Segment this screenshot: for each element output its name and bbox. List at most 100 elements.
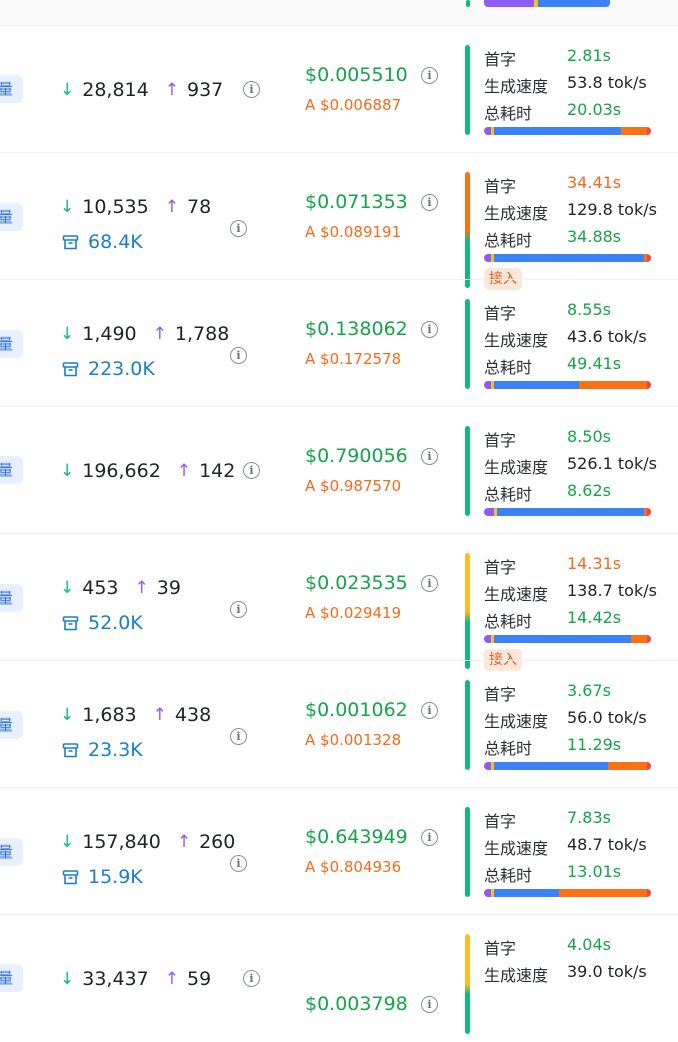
arrow-up-icon: ↑ [134, 577, 149, 598]
cache-tokens: 223.0K [62, 358, 155, 380]
gen-speed-label: 生成速度 [484, 712, 549, 731]
token-info-icon[interactable]: i [230, 728, 247, 745]
total-time-value: 11.29s [567, 735, 622, 754]
token-info-icon[interactable]: i [230, 347, 247, 364]
cache-icon [62, 869, 79, 884]
token-counts: ↓ 196,662 ↑ 142 [60, 460, 235, 482]
price-info-icon[interactable]: i [421, 829, 438, 846]
first-token-value: 8.55s [567, 300, 611, 319]
total-time-label: 总耗时 [484, 231, 533, 250]
timing-breakdown-bar [484, 889, 651, 897]
segment-generate [493, 889, 560, 897]
segment-end [647, 381, 651, 389]
first-token-label: 首字 [484, 304, 517, 323]
arrow-up-icon: ↑ [152, 323, 167, 344]
output-tokens: 78 [186, 196, 212, 218]
price-info-icon[interactable]: i [421, 67, 438, 84]
first-token-value: 7.83s [567, 808, 611, 827]
group-tag[interactable]: 量 [0, 964, 23, 992]
price-info-icon[interactable]: i [421, 321, 438, 338]
first-token-label: 首字 [484, 50, 517, 69]
first-token-value: 34.41s [567, 173, 622, 192]
timing-breakdown-bar [484, 508, 651, 516]
first-token-value: 2.81s [567, 46, 611, 65]
group-tag[interactable]: 量 [0, 330, 23, 358]
a-price: A $0.006887 [305, 96, 402, 114]
arrow-down-icon: ↓ [60, 831, 75, 852]
arrow-up-icon: ↑ [164, 968, 179, 989]
token-info-icon[interactable]: i [243, 81, 260, 98]
price: $0.001062 [305, 699, 408, 721]
price-info-icon[interactable]: i [421, 575, 438, 592]
gen-speed-value: 56.0 tok/s [567, 708, 647, 727]
first-token-value: 4.04s [567, 935, 611, 954]
log-row: 量 ↓ 33,437 ↑ 59 i $0.003798 i 首字 4.04s 生成速度 39.0 to… [0, 914, 678, 1042]
output-tokens: 39 [156, 577, 181, 599]
gen-speed-value: 43.6 tok/s [567, 327, 647, 346]
output-tokens: 260 [199, 831, 236, 853]
token-counts: ↓ 1,683 ↑ 438 [60, 704, 211, 726]
arrow-up-icon: ↑ [152, 704, 167, 725]
timing-breakdown-bar [484, 381, 651, 389]
group-tag[interactable]: 量 [0, 203, 23, 231]
status-accent [465, 553, 470, 669]
cache-icon [62, 742, 79, 757]
output-tokens: 438 [174, 704, 212, 726]
segment-end [647, 508, 651, 516]
segment-generate [493, 381, 579, 389]
cache-icon [62, 234, 79, 249]
cache-value: 223.0K [88, 358, 155, 380]
gen-speed-value: 129.8 tok/s [567, 200, 657, 219]
arrow-up-icon: ↑ [176, 831, 192, 852]
segment-tail [578, 381, 648, 389]
group-tag[interactable]: 量 [0, 838, 23, 866]
segment-tail [607, 762, 648, 770]
arrow-down-icon: ↓ [60, 196, 75, 217]
cache-value: 23.3K [88, 739, 143, 761]
gen-speed-value: 138.7 tok/s [567, 581, 657, 600]
total-time-value: 20.03s [567, 100, 622, 119]
segment-end [647, 889, 651, 897]
token-info-icon[interactable]: i [230, 855, 247, 872]
first-token-label: 首字 [484, 939, 517, 958]
price-info-icon[interactable]: i [421, 996, 438, 1013]
arrow-down-icon: ↓ [60, 323, 75, 344]
arrow-down-icon: ↓ [60, 704, 75, 725]
arrow-down-icon: ↓ [60, 460, 75, 481]
arrow-down-icon: ↓ [60, 968, 75, 989]
timing-bar [484, 0, 610, 7]
input-tokens: 10,535 [82, 196, 149, 218]
token-counts: ↓ 33,437 ↑ 59 [60, 968, 211, 990]
group-tag[interactable]: 量 [0, 75, 23, 103]
segment-end [647, 127, 651, 135]
token-info-icon[interactable]: i [230, 601, 247, 618]
status-accent [465, 172, 470, 288]
total-time-value: 34.88s [567, 227, 622, 246]
log-row: 量 ↓ 453 ↑ 39 52.0K i $0.023535 A $0.029419 i 首字 14.… [0, 533, 678, 671]
price-info-icon[interactable]: i [421, 702, 438, 719]
total-time-value: 13.01s [567, 862, 622, 881]
token-info-icon[interactable]: i [243, 462, 260, 479]
price-info-icon[interactable]: i [421, 448, 438, 465]
first-token-label: 首字 [484, 685, 517, 704]
group-tag[interactable]: 量 [0, 711, 23, 739]
group-tag[interactable]: 量 [0, 456, 23, 484]
input-tokens: 28,814 [82, 79, 149, 101]
output-tokens: 937 [186, 79, 224, 101]
segment-generate [497, 508, 644, 516]
gen-speed-label: 生成速度 [484, 204, 549, 223]
token-info-icon[interactable]: i [230, 220, 247, 237]
status-accent [465, 426, 470, 516]
a-price: A $0.001328 [305, 731, 402, 749]
token-info-icon[interactable]: i [243, 970, 260, 987]
group-tag[interactable]: 量 [0, 584, 23, 612]
segment-end [647, 254, 651, 262]
cache-tokens: 68.4K [62, 231, 143, 253]
first-token-label: 首字 [484, 558, 517, 577]
gen-speed-value: 39.0 tok/s [567, 962, 647, 981]
input-tokens: 453 [82, 577, 119, 599]
log-row: 量 ↓ 157,840 ↑ 260 15.9K i $0.643949 A $0.804936 i… [0, 787, 678, 915]
total-time-value: 49.41s [567, 354, 622, 373]
status-accent [465, 807, 470, 897]
price-info-icon[interactable]: i [421, 194, 438, 211]
